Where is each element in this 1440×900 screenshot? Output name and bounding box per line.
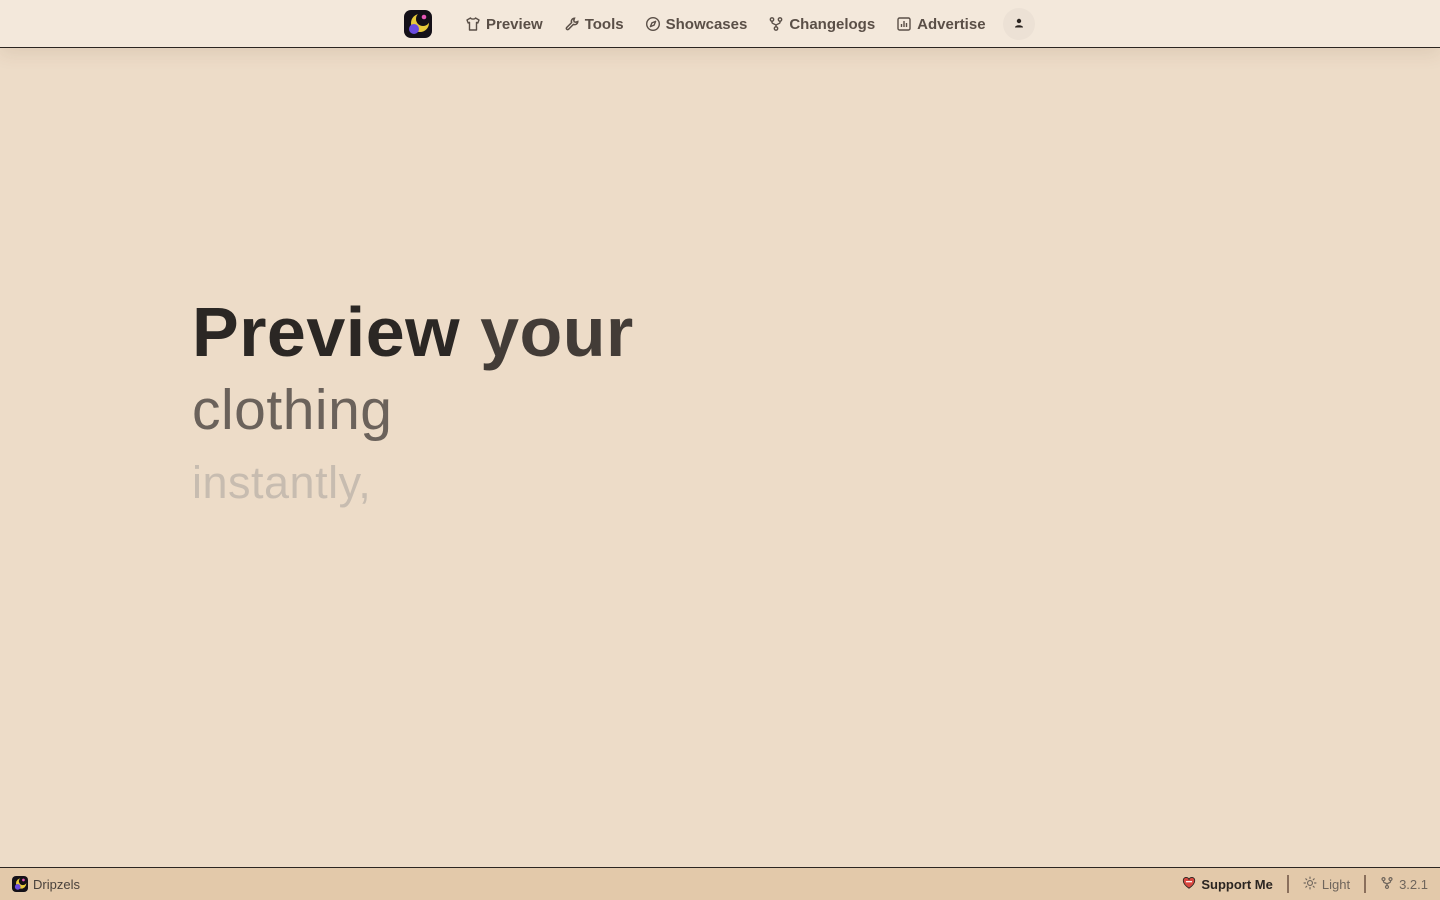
git-branch-icon: [1380, 876, 1394, 893]
footer-actions: Support Me Light 3.2.1: [1182, 868, 1428, 900]
footer-divider: [1364, 875, 1367, 893]
theme-toggle[interactable]: Light: [1303, 875, 1351, 893]
wrench-icon: [564, 16, 580, 32]
user-icon: [1014, 15, 1024, 33]
nav-item-advertise[interactable]: Advertise: [896, 0, 986, 48]
footer-status-bar: Dripzels Support Me Light 3.2.1: [0, 867, 1440, 900]
hero-word-preview: Preview: [192, 293, 461, 371]
main-nav: Preview Tools Showcases Changelogs Adver…: [465, 0, 1007, 48]
footer-brand-name: Dripzels: [33, 876, 80, 892]
version-label: 3.2.1: [1399, 876, 1428, 892]
user-menu-button[interactable]: [1003, 8, 1035, 40]
nav-item-showcases[interactable]: Showcases: [645, 0, 748, 48]
git-branch-icon: [768, 16, 784, 32]
top-navigation-bar: Preview Tools Showcases Changelogs Adver…: [0, 0, 1440, 48]
nav-label: Tools: [584, 15, 624, 33]
heart-icon: [1182, 876, 1196, 893]
app-logo-icon[interactable]: [404, 10, 432, 38]
app-logo-icon: [12, 876, 28, 892]
support-me-button[interactable]: Support Me: [1182, 876, 1273, 893]
support-label: Support Me: [1201, 876, 1273, 892]
nav-item-changelogs[interactable]: Changelogs: [768, 0, 875, 48]
version-link[interactable]: 3.2.1: [1380, 876, 1428, 893]
nav-label: Changelogs: [789, 15, 876, 33]
hero-section: Preview your clothing instantly,: [192, 290, 992, 512]
nav-label: Showcases: [665, 15, 748, 33]
sun-icon: [1303, 875, 1317, 893]
shirt-icon: [465, 16, 481, 32]
footer-divider: [1286, 875, 1289, 893]
hero-word-your: your: [480, 293, 634, 371]
hero-line-clothing: clothing: [192, 378, 393, 442]
nav-label: Preview: [486, 15, 543, 33]
footer-brand[interactable]: Dripzels: [12, 868, 80, 900]
nav-item-tools[interactable]: Tools: [564, 0, 624, 48]
hero-line-instantly: instantly,: [192, 457, 372, 508]
theme-label: Light: [1321, 876, 1351, 892]
bar-chart-icon: [896, 16, 912, 32]
nav-label: Advertise: [917, 15, 986, 33]
hero-headline: Preview your: [192, 290, 992, 374]
nav-item-preview[interactable]: Preview: [465, 0, 543, 48]
compass-icon: [645, 16, 661, 32]
